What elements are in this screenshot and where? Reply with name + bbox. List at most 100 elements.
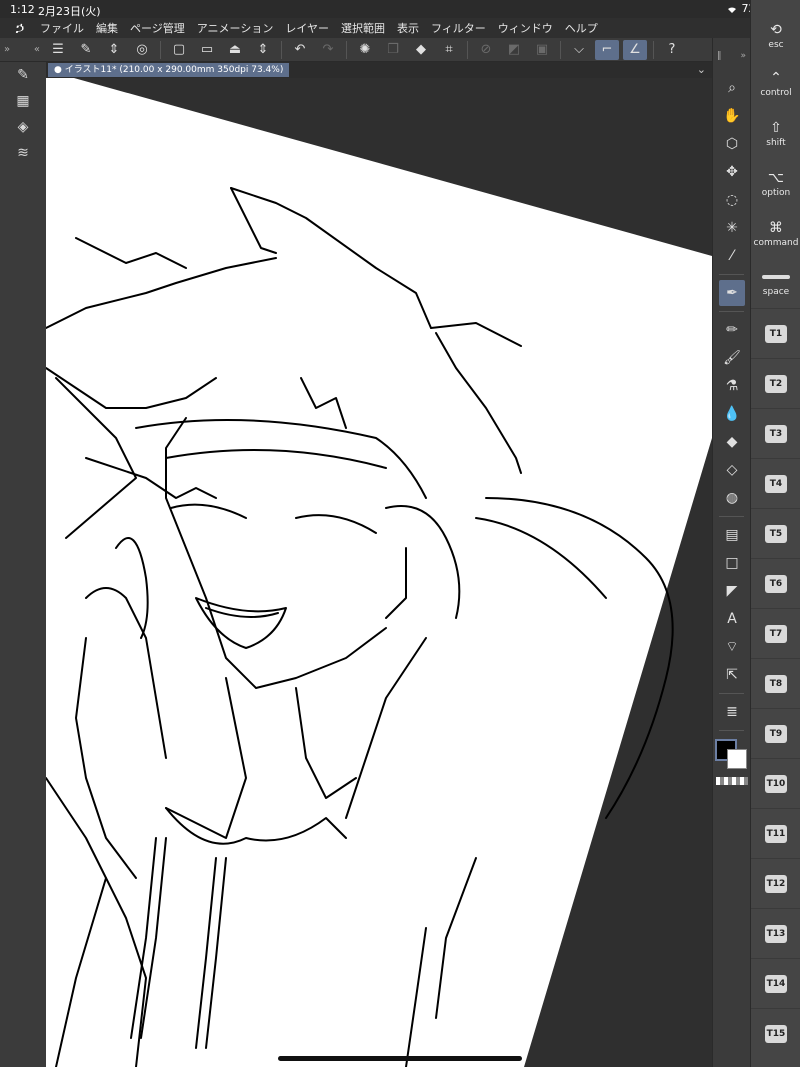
menu-filter[interactable]: フィルター xyxy=(431,20,486,36)
chevron-down-icon[interactable]: ⌄ xyxy=(697,63,706,76)
brush-icon[interactable]: ◎ xyxy=(130,40,154,60)
sub-color-swatch[interactable] xyxy=(727,749,747,769)
tkey-t5[interactable]: T5 xyxy=(751,508,800,558)
figure-tool-icon[interactable]: □ xyxy=(713,549,751,577)
pen-tool-icon[interactable]: ✒ xyxy=(713,279,751,307)
tkey-t12[interactable]: T12 xyxy=(751,858,800,908)
option-label: option xyxy=(761,188,791,198)
updown-icon[interactable]: ⇕ xyxy=(102,40,126,60)
balloon-tool-icon[interactable]: ⌔ xyxy=(713,633,751,661)
tkey-t3[interactable]: T3 xyxy=(751,408,800,458)
fill-icon[interactable]: ◆ xyxy=(409,40,433,60)
redo-icon[interactable]: ↷ xyxy=(316,40,340,60)
collapse-icon[interactable]: « xyxy=(34,44,40,55)
text-tool-icon[interactable]: A xyxy=(713,605,751,633)
palette-grip-icon[interactable]: ‖ xyxy=(717,51,722,61)
tkey-t11[interactable]: T11 xyxy=(751,808,800,858)
eyedropper-tool-icon[interactable]: ⁄ xyxy=(713,242,751,270)
help-icon[interactable]: ? xyxy=(660,40,684,60)
app-logo-icon[interactable]: ኃ xyxy=(0,20,40,36)
navigator-icon[interactable]: ▦ xyxy=(0,88,46,114)
tkey-t10[interactable]: T10 xyxy=(751,758,800,808)
magic-wand-tool-icon[interactable]: ✳ xyxy=(713,214,751,242)
menu-file[interactable]: ファイル xyxy=(40,20,84,36)
menu-window[interactable]: ウィンドウ xyxy=(498,20,553,36)
blend-tool-icon[interactable]: 💧 xyxy=(713,400,751,428)
hand-tool-icon[interactable]: ✋ xyxy=(713,102,751,130)
menu-icon[interactable]: ☰ xyxy=(46,40,70,60)
menu-page[interactable]: ページ管理 xyxy=(130,20,185,36)
menu-edit[interactable]: 編集 xyxy=(96,20,118,36)
move-tool-icon[interactable]: ✥ xyxy=(713,158,751,186)
eraser-tool-icon[interactable]: ◇ xyxy=(713,456,751,484)
copy-icon[interactable]: ❐ xyxy=(381,40,405,60)
expand-icon[interactable]: » xyxy=(4,44,10,55)
balloon-tool-glyph: ⌔ xyxy=(725,639,739,655)
panel-collapse-controls[interactable]: » « xyxy=(0,44,44,55)
ruler-check-icon[interactable]: ⌵ xyxy=(567,40,591,60)
pencil-tool-icon[interactable]: ✏ xyxy=(713,316,751,344)
menu-animation[interactable]: アニメーション xyxy=(197,20,274,36)
updown2-icon[interactable]: ⇕ xyxy=(251,40,275,60)
menu-selection[interactable]: 選択範囲 xyxy=(341,20,385,36)
palette-collapse-icon[interactable]: » xyxy=(740,51,746,61)
home-indicator[interactable] xyxy=(278,1056,522,1061)
shift-key[interactable]: ⇧ shift xyxy=(751,120,800,148)
space-key[interactable]: space xyxy=(751,275,800,297)
tkey-label: T5 xyxy=(765,524,787,543)
tkey-t2[interactable]: T2 xyxy=(751,358,800,408)
crop-icon[interactable]: ⌗ xyxy=(437,40,461,60)
gradient-icon[interactable]: ◩ xyxy=(502,40,526,60)
lasso-tool-icon[interactable]: ◌ xyxy=(713,186,751,214)
magic-wand-tool-glyph: ✳ xyxy=(726,220,738,236)
loading-icon[interactable]: ✺ xyxy=(353,40,377,60)
material-icon[interactable]: ◈ xyxy=(0,114,46,140)
command-buttons: ☰ ✎ ⇕ ◎ ▢ ▭ ⏏ ⇕ ↶ ↷ ✺ ❐ ◆ ⌗ ⊘ ◩ ▣ ⌵ ⌐ ∠? xyxy=(44,39,686,60)
fill-tool-icon[interactable]: ◆ xyxy=(713,428,751,456)
esc-key[interactable]: ⟲ esc xyxy=(751,22,800,50)
tkey-t15[interactable]: T15 xyxy=(751,1008,800,1058)
status-time: 1:12 xyxy=(10,3,35,16)
new-icon[interactable]: ▢ xyxy=(167,40,191,60)
menu-layer[interactable]: レイヤー xyxy=(285,20,329,36)
frame-icon[interactable]: ▣ xyxy=(530,40,554,60)
tkey-t6[interactable]: T6 xyxy=(751,558,800,608)
edit-icon[interactable]: ✎ xyxy=(74,40,98,60)
drawing-canvas[interactable] xyxy=(46,78,712,1067)
zoom-tool-icon[interactable]: ⌕ xyxy=(713,74,751,102)
correct-line-tool-icon[interactable]: ⇱ xyxy=(713,661,751,689)
option-key[interactable]: ⌥ option xyxy=(751,170,800,198)
sublayer-tool-icon[interactable]: ≣ xyxy=(713,698,751,726)
ruler-pen-icon[interactable]: ⌐ xyxy=(595,39,619,60)
brush-tool-icon[interactable]: 🖌 xyxy=(713,344,751,372)
tkey-t8[interactable]: T8 xyxy=(751,658,800,708)
command-key[interactable]: ⌘ command xyxy=(751,220,800,248)
layers-icon[interactable]: ≋ xyxy=(0,140,46,166)
canvas-tab[interactable]: ● イラスト11* (210.00 x 290.00mm 350dpi 73.4… xyxy=(48,63,290,77)
ruler-angle-icon[interactable]: ∠ xyxy=(623,39,647,60)
tkey-label: T14 xyxy=(765,974,787,993)
frame-tool-icon[interactable]: ◤ xyxy=(713,577,751,605)
open-icon[interactable]: ▭ xyxy=(195,40,219,60)
tkey-label: T8 xyxy=(765,674,787,693)
save-icon[interactable]: ⏏ xyxy=(223,40,247,60)
transform-icon[interactable]: ⊘ xyxy=(474,40,498,60)
object-tool-icon[interactable]: ⬡ xyxy=(713,130,751,158)
gradient-tool-icon[interactable]: ▤ xyxy=(713,521,751,549)
tkey-t4[interactable]: T4 xyxy=(751,458,800,508)
eraser-tool-glyph: ◇ xyxy=(726,462,738,478)
control-key[interactable]: ⌃ control xyxy=(751,70,800,98)
menu-help[interactable]: ヘルプ xyxy=(565,20,598,36)
tool-property-icon[interactable]: ✎ xyxy=(0,62,46,88)
transparent-color-swatch[interactable] xyxy=(716,777,748,785)
tkey-t1[interactable]: T1 xyxy=(751,308,800,358)
tkey-t9[interactable]: T9 xyxy=(751,708,800,758)
tkey-label: T6 xyxy=(765,574,787,593)
airbrush-tool-icon[interactable]: ⚗ xyxy=(713,372,751,400)
decoration-tool-icon[interactable]: ◍ xyxy=(713,484,751,512)
tkey-t7[interactable]: T7 xyxy=(751,608,800,658)
tkey-t13[interactable]: T13 xyxy=(751,908,800,958)
tkey-t14[interactable]: T14 xyxy=(751,958,800,1008)
undo-icon[interactable]: ↶ xyxy=(288,40,312,60)
menu-view[interactable]: 表示 xyxy=(397,20,419,36)
